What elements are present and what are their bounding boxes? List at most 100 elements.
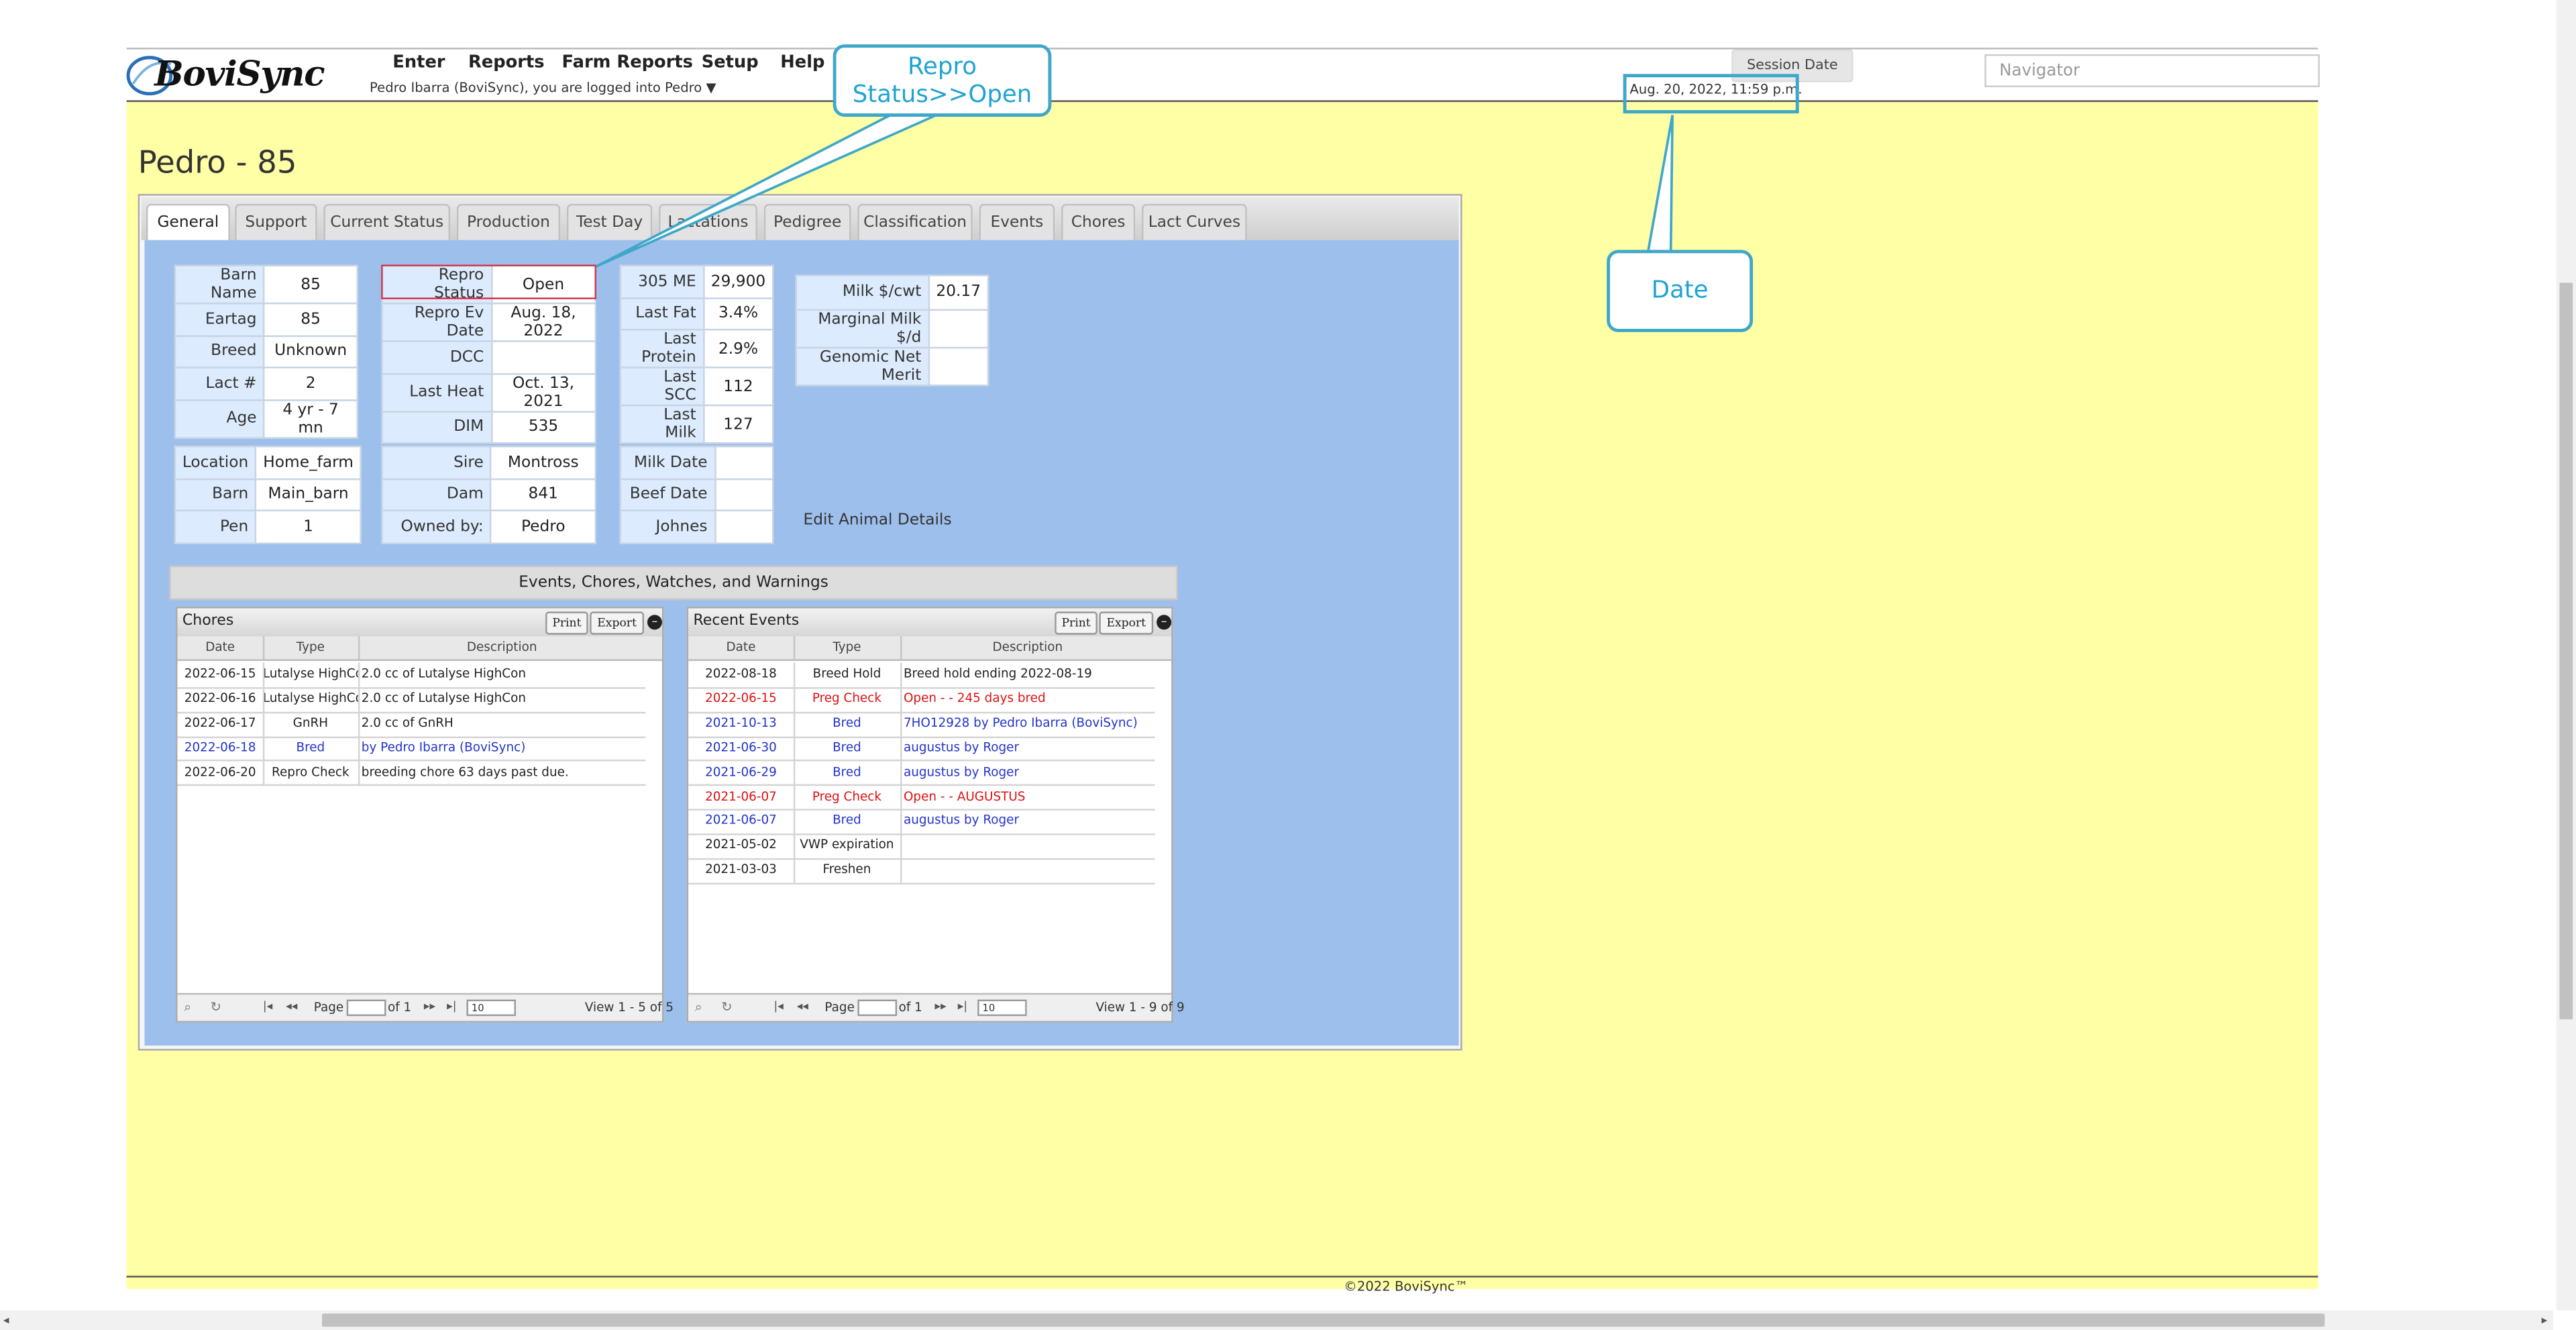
rows-per-page-select[interactable]: 10 [977,999,1027,1017]
collapse-icon[interactable]: – [647,615,662,630]
navigator-input[interactable]: Navigator [1984,54,2320,87]
detail-row: Repro Ev Date Aug. 18, 2022 [381,302,596,342]
detail-row: Milk $/cwt 20.17 [795,274,989,310]
detail-label: DCC [381,340,492,374]
column-date[interactable]: Date [688,640,794,654]
chores-column-headers: Date Type Description [177,636,662,661]
first-page-icon[interactable]: |◂ [773,1000,783,1013]
first-page-icon[interactable]: |◂ [263,1000,272,1013]
detail-row: Genomic Net Merit [795,346,989,386]
cell-type: Bred [833,764,861,779]
detail-row: Pen 1 [174,509,362,544]
table-row[interactable]: 2022-06-20 Repro Check breeding chore 63 d… [177,760,646,787]
chores-pager: ⌕ ↻ |◂ ◂◂ Page of 1 ▸▸ ▸| 10 View 1 - 5 … [177,992,674,1021]
page-count: of 1 [387,999,412,1015]
refresh-icon[interactable]: ↻ [721,1000,732,1015]
copyright: ©2022 BoviSync™ [1344,1279,1468,1294]
scroll-left-icon[interactable]: ◂ [3,1314,9,1327]
date-callout: Date [1607,250,1754,332]
scroll-right-icon[interactable]: ▸ [2542,1314,2548,1327]
cell-desc: 2.0 cc of GnRH [361,715,453,730]
column-date[interactable]: Date [177,640,262,654]
detail-row: Breed Unknown [174,334,358,368]
horizontal-scroll-thumb[interactable] [322,1313,2325,1327]
cell-date: 2021-06-07 [705,813,777,828]
vertical-scroll-thumb[interactable] [2559,283,2573,1019]
farm-name[interactable]: Pedro [665,81,702,95]
table-row[interactable]: 2022-08-18 Breed Hold Breed hold ending 20… [688,662,1155,689]
page-number-input[interactable] [857,999,898,1017]
table-row[interactable]: 2022-06-15 Preg Check Open - - 245 days br… [688,686,1155,713]
repro-status-highlight [381,264,596,299]
table-row[interactable]: 2022-06-17 GnRH 2.0 cc of GnRH [177,711,646,738]
rows-per-page-select[interactable]: 10 [466,999,516,1017]
column-type[interactable]: Type [263,640,358,654]
table-row[interactable]: 2022-06-18 Bred by Pedro Ibarra (BoviSync… [177,735,646,762]
detail-label: Owned by: [381,509,492,544]
detail-label: Repro Ev Date [381,302,492,342]
prev-page-icon[interactable]: ◂◂ [286,1000,297,1013]
table-row[interactable]: 2022-06-15 Lutalyse HighCo 2.0 cc of Lutal… [177,662,646,689]
detail-value: 3.4% [702,297,774,331]
cell-date: 2021-05-02 [705,837,777,852]
dropdown-icon[interactable]: ▼ [706,81,716,95]
last-page-icon[interactable]: ▸| [958,1000,967,1013]
edit-animal-details-link[interactable]: Edit Animal Details [804,511,952,529]
cell-date: 2022-06-18 [184,739,256,754]
next-page-icon[interactable]: ▸▸ [424,1000,435,1013]
tab-general[interactable]: General [146,203,230,242]
cell-date: 2022-06-16 [184,690,256,705]
table-row[interactable]: 2021-06-07 Bred augustus by Roger [688,809,1155,836]
table-row[interactable]: 2021-05-02 VWP expiration [688,833,1155,860]
detail-row: DCC [381,340,596,374]
next-page-icon[interactable]: ▸▸ [934,1000,946,1013]
search-icon[interactable]: ⌕ [695,1000,702,1017]
tab-chores[interactable]: Chores [1061,203,1136,240]
tab-pedigree[interactable]: Pedigree [763,203,851,240]
table-row[interactable]: 2021-10-13 Bred 7HO12928 by Pedro Ibarra (… [688,711,1155,738]
table-row[interactable]: 2021-06-07 Preg Check Open - - AUGUSTUS [688,784,1155,811]
tab-current-status[interactable]: Current Status [323,203,451,240]
chores-export-button[interactable]: Export [590,611,645,635]
menu-help[interactable]: Help [780,52,824,72]
events-export-button[interactable]: Export [1099,611,1154,635]
cell-date: 2022-06-20 [184,764,256,779]
detail-value: 1 [255,509,362,544]
chores-print-button[interactable]: Print [545,611,588,635]
detail-row: Last SCC 112 [619,366,774,407]
last-page-icon[interactable]: ▸| [447,1000,456,1013]
cell-date: 2021-06-30 [705,739,777,754]
tab-lactations[interactable]: Lactations [659,203,757,240]
detail-value: 2 [263,366,358,401]
tab-classification[interactable]: Classification [857,203,973,240]
tab-lact-curves[interactable]: Lact Curves [1142,203,1247,240]
column-description[interactable]: Description [358,640,646,654]
detail-value [714,509,774,544]
detail-label: Eartag [174,302,265,336]
cell-type: Bred [833,739,861,754]
refresh-icon[interactable]: ↻ [210,1000,221,1015]
menu-farm-reports[interactable]: Farm Reports [562,52,693,72]
table-row[interactable]: 2021-06-30 Bred augustus by Roger [688,735,1155,762]
tab-support[interactable]: Support [235,203,317,240]
page-number-input[interactable] [346,999,386,1017]
table-row[interactable]: 2021-03-03 Freshen [688,858,1155,885]
table-row[interactable]: 2021-06-29 Bred augustus by Roger [688,760,1155,787]
events-print-button[interactable]: Print [1055,611,1097,635]
menu-enter[interactable]: Enter [392,52,445,72]
prev-page-icon[interactable]: ◂◂ [797,1000,808,1013]
tab-test-day[interactable]: Test Day [566,203,653,240]
table-row[interactable]: 2022-06-16 Lutalyse HighCo 2.0 cc of Lutal… [177,686,646,713]
column-description[interactable]: Description [900,640,1155,654]
menu-reports[interactable]: Reports [468,52,545,72]
search-icon[interactable]: ⌕ [184,1000,191,1017]
tab-events[interactable]: Events [979,203,1055,240]
column-type[interactable]: Type [794,640,900,654]
collapse-icon[interactable]: – [1157,615,1172,630]
logo-text[interactable]: BoviSync [154,52,325,93]
detail-value [928,346,989,386]
tab-production[interactable]: Production [456,203,561,240]
farm-selector[interactable]: Pedro ▼ [665,81,716,95]
menu-setup[interactable]: Setup [702,52,759,72]
detail-row: Eartag 85 [174,302,358,336]
